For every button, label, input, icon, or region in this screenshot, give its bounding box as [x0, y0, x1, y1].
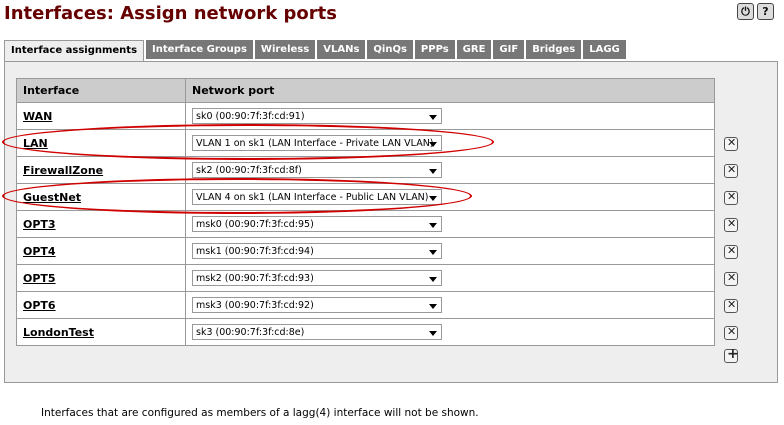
dropdown-arrow-icon	[429, 250, 437, 255]
table-row: OPT6 msk3 (00:90:7f:3f:cd:92)	[16, 291, 715, 319]
table-row: OPT3 msk0 (00:90:7f:3f:cd:95)	[16, 210, 715, 238]
column-header-port: Network port	[185, 78, 715, 103]
delete-interface-opt5-icon[interactable]	[724, 271, 738, 286]
delete-interface-firewallzone-icon[interactable]	[724, 163, 738, 178]
dropdown-arrow-icon	[429, 331, 437, 336]
delete-interface-opt4-icon[interactable]	[724, 244, 738, 259]
tab-gif[interactable]: GIF	[493, 40, 525, 59]
interface-link-opt4[interactable]: OPT4	[23, 245, 56, 258]
dropdown-arrow-icon	[429, 277, 437, 282]
tab-bar: Interface assignments Interface Groups W…	[4, 40, 626, 61]
port-select-opt5[interactable]: msk2 (00:90:7f:3f:cd:93)	[192, 270, 442, 286]
tab-bridges[interactable]: Bridges	[526, 40, 582, 59]
table-row: LondonTest sk3 (00:90:7f:3f:cd:8e)	[16, 318, 715, 346]
port-select-value: msk2 (00:90:7f:3f:cd:93)	[196, 273, 314, 284]
interface-table: Interface Network port WAN sk0 (00:90:7f…	[16, 78, 715, 346]
tab-vlans[interactable]: VLANs	[317, 40, 366, 59]
port-select-value: msk1 (00:90:7f:3f:cd:94)	[196, 246, 314, 257]
table-row: FirewallZone sk2 (00:90:7f:3f:cd:8f)	[16, 156, 715, 184]
port-select-value: VLAN 1 on sk1 (LAN Interface - Private L…	[196, 138, 434, 149]
port-select-lan[interactable]: VLAN 1 on sk1 (LAN Interface - Private L…	[192, 135, 442, 151]
lagg-note: Interfaces that are configured as member…	[41, 407, 479, 419]
dropdown-arrow-icon	[429, 115, 437, 120]
tab-gre[interactable]: GRE	[456, 40, 492, 59]
delete-interface-opt3-icon[interactable]	[724, 217, 738, 232]
port-select-opt3[interactable]: msk0 (00:90:7f:3f:cd:95)	[192, 216, 442, 232]
table-header-row: Interface Network port	[16, 78, 715, 103]
delete-interface-guestnet-icon[interactable]	[724, 190, 738, 205]
tab-ppps[interactable]: PPPs	[414, 40, 455, 59]
table-row: LAN VLAN 1 on sk1 (LAN Interface - Priva…	[16, 129, 715, 157]
interface-link-wan[interactable]: WAN	[23, 110, 52, 123]
port-select-value: sk3 (00:90:7f:3f:cd:8e)	[196, 327, 305, 338]
tab-lagg[interactable]: LAGG	[583, 40, 626, 59]
delete-interface-lan-icon[interactable]	[724, 136, 738, 151]
port-select-value: sk0 (00:90:7f:3f:cd:91)	[196, 111, 305, 122]
dropdown-arrow-icon	[429, 196, 437, 201]
dropdown-arrow-icon	[429, 169, 437, 174]
header-icons: ⏻ ?	[737, 3, 774, 20]
assignments-panel: Interface Network port WAN sk0 (00:90:7f…	[4, 61, 778, 383]
table-row: OPT4 msk1 (00:90:7f:3f:cd:94)	[16, 237, 715, 265]
delete-interface-opt6-icon[interactable]	[724, 298, 738, 313]
port-select-value: msk0 (00:90:7f:3f:cd:95)	[196, 219, 314, 230]
dropdown-arrow-icon	[429, 142, 437, 147]
port-select-guestnet[interactable]: VLAN 4 on sk1 (LAN Interface - Public LA…	[192, 189, 442, 205]
interface-link-opt6[interactable]: OPT6	[23, 299, 56, 312]
port-select-opt6[interactable]: msk3 (00:90:7f:3f:cd:92)	[192, 297, 442, 313]
port-select-firewallzone[interactable]: sk2 (00:90:7f:3f:cd:8f)	[192, 162, 442, 178]
page-title: Interfaces: Assign network ports	[4, 3, 337, 24]
dropdown-arrow-icon	[429, 304, 437, 309]
interface-link-guestnet[interactable]: GuestNet	[23, 191, 81, 204]
tab-wireless[interactable]: Wireless	[254, 40, 316, 59]
table-row: GuestNet VLAN 4 on sk1 (LAN Interface - …	[16, 183, 715, 211]
port-select-value: msk3 (00:90:7f:3f:cd:92)	[196, 300, 314, 311]
add-interface-icon[interactable]	[724, 346, 739, 363]
tab-interface-assignments[interactable]: Interface assignments	[4, 40, 145, 61]
interface-link-londontest[interactable]: LondonTest	[23, 326, 94, 339]
port-select-londontest[interactable]: sk3 (00:90:7f:3f:cd:8e)	[192, 324, 442, 340]
delete-interface-londontest-icon[interactable]	[724, 325, 738, 340]
port-select-wan[interactable]: sk0 (00:90:7f:3f:cd:91)	[192, 108, 442, 124]
interface-link-opt5[interactable]: OPT5	[23, 272, 56, 285]
logout-icon[interactable]: ⏻	[737, 3, 754, 20]
tab-interface-groups[interactable]: Interface Groups	[146, 40, 253, 59]
tab-qinqs[interactable]: QinQs	[367, 40, 413, 59]
column-header-interface: Interface	[16, 78, 186, 103]
help-icon[interactable]: ?	[757, 3, 774, 20]
interface-link-opt3[interactable]: OPT3	[23, 218, 56, 231]
port-select-opt4[interactable]: msk1 (00:90:7f:3f:cd:94)	[192, 243, 442, 259]
interface-link-firewallzone[interactable]: FirewallZone	[23, 164, 103, 177]
table-row: WAN sk0 (00:90:7f:3f:cd:91)	[16, 102, 715, 130]
table-row: OPT5 msk2 (00:90:7f:3f:cd:93)	[16, 264, 715, 292]
interface-link-lan[interactable]: LAN	[23, 137, 48, 150]
port-select-value: VLAN 4 on sk1 (LAN Interface - Public LA…	[196, 192, 429, 203]
dropdown-arrow-icon	[429, 223, 437, 228]
port-select-value: sk2 (00:90:7f:3f:cd:8f)	[196, 165, 302, 176]
